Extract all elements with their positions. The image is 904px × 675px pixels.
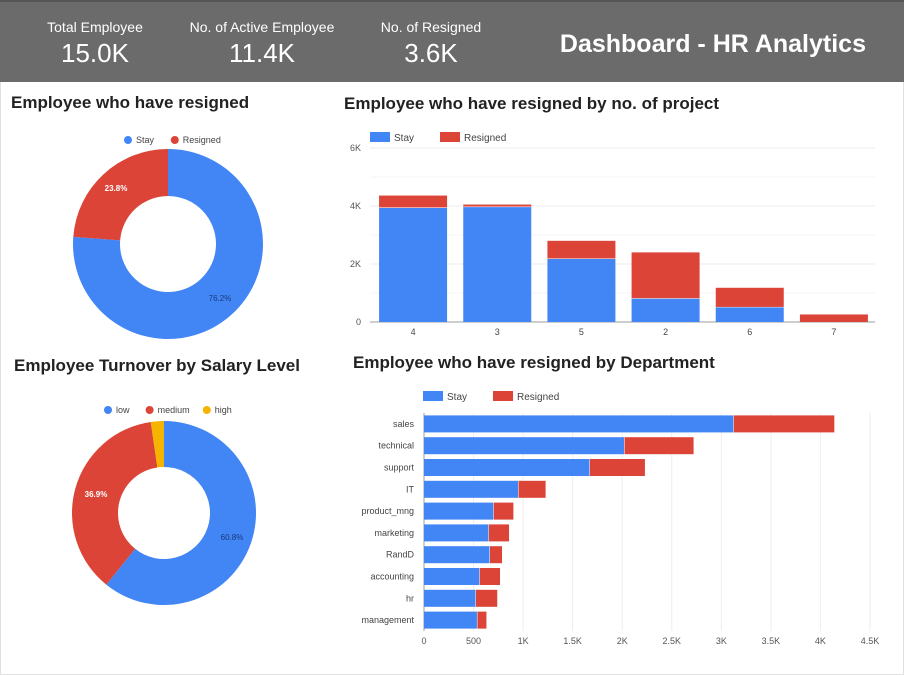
x-tick-label: 7 xyxy=(831,327,836,337)
y-tick-label: sales xyxy=(393,419,415,429)
x-tick-label: 4K xyxy=(815,636,826,646)
y-tick-label: hr xyxy=(406,593,414,603)
bar-segment-stay xyxy=(715,306,784,322)
bar-segment-resigned xyxy=(799,314,868,322)
legend-label: Stay xyxy=(136,135,155,145)
bar-segment-resigned xyxy=(547,240,616,259)
legend-label: Stay xyxy=(394,133,414,144)
bar-segment-resigned xyxy=(518,480,546,498)
legend-label: Stay xyxy=(447,392,467,403)
legend-swatch xyxy=(170,136,179,144)
x-tick-label: 3K xyxy=(716,636,727,646)
bar-segment-stay xyxy=(424,480,519,498)
x-tick-label: 2K xyxy=(617,636,628,646)
bar-segment-resigned xyxy=(379,195,448,208)
legend-label: medium xyxy=(158,405,190,415)
bar-segment-resigned xyxy=(715,287,784,307)
pie-slice-label: 23.8% xyxy=(105,184,128,193)
bar-segment-stay xyxy=(379,207,448,322)
legend-label: Resigned xyxy=(183,135,221,145)
bar-segment-stay xyxy=(631,298,700,322)
bar-segment-resigned xyxy=(733,415,835,433)
pie-slice xyxy=(73,149,168,241)
y-tick-label: 4K xyxy=(350,201,361,211)
y-tick-label: 0 xyxy=(356,317,361,327)
bar-segment-resigned xyxy=(477,611,487,629)
bar-segment-stay xyxy=(424,568,480,585)
legend-swatch xyxy=(202,406,211,414)
y-tick-label: IT xyxy=(406,484,415,494)
legend-label: Resigned xyxy=(517,392,559,403)
bar-segment-stay xyxy=(424,502,494,520)
x-tick-label: 2 xyxy=(663,327,668,337)
y-tick-label: technical xyxy=(378,441,414,451)
x-tick-label: 0 xyxy=(421,636,426,646)
y-tick-label: management xyxy=(361,615,414,625)
x-tick-label: 5 xyxy=(579,327,584,337)
y-tick-label: support xyxy=(384,463,415,473)
bar-segment-stay xyxy=(424,611,478,629)
bar-segment-resigned xyxy=(490,546,503,564)
bar-segment-stay xyxy=(547,258,616,322)
y-tick-label: product_mng xyxy=(361,506,414,516)
legend-swatch xyxy=(145,406,154,414)
y-tick-label: 2K xyxy=(350,259,361,269)
bar-segment-resigned xyxy=(475,589,498,607)
bar-segment-resigned xyxy=(493,502,514,520)
x-tick-label: 2.5K xyxy=(663,636,682,646)
pie-slice-label: 76.2% xyxy=(209,294,232,303)
legend-swatch xyxy=(124,136,132,144)
x-tick-label: 500 xyxy=(466,636,481,646)
bar-segment-resigned xyxy=(589,459,645,476)
x-tick-label: 4.5K xyxy=(861,636,880,646)
bar-segment-resigned xyxy=(488,524,510,542)
bar-segment-stay xyxy=(424,415,734,433)
pie-slice-label: 36.9% xyxy=(85,490,108,499)
y-tick-label: RandD xyxy=(386,550,415,560)
legend-swatch xyxy=(104,406,112,414)
bar-segment-stay xyxy=(424,524,489,542)
y-tick-label: 6K xyxy=(350,143,361,153)
bar-segment-resigned xyxy=(463,204,532,207)
y-tick-label: accounting xyxy=(370,572,414,582)
legend-label: high xyxy=(215,405,232,415)
charts-canvas: Stay Resigned 76.2% 23.8% Stay Resigned 0 2K 4K 6… xyxy=(71,132,880,646)
legend-label: Resigned xyxy=(464,133,506,144)
pie-slice-label: 60.8% xyxy=(221,533,244,542)
bar-segment-stay xyxy=(463,206,532,322)
x-tick-label: 4 xyxy=(411,327,416,337)
legend-swatch xyxy=(440,132,460,142)
legend-label: low xyxy=(116,405,130,415)
x-tick-label: 1K xyxy=(518,636,529,646)
x-tick-label: 6 xyxy=(747,327,752,337)
y-tick-label: marketing xyxy=(374,528,414,538)
bar-segment-resigned xyxy=(631,252,700,299)
legend-swatch xyxy=(370,132,390,142)
legend-swatch xyxy=(423,391,443,401)
bar-segment-stay xyxy=(424,589,476,607)
x-tick-label: 3.5K xyxy=(762,636,781,646)
bar-segment-stay xyxy=(424,437,625,455)
bar-segment-resigned xyxy=(479,568,501,585)
bar-segment-stay xyxy=(424,459,590,476)
x-tick-label: 3 xyxy=(495,327,500,337)
legend-swatch xyxy=(493,391,513,401)
bar-segment-resigned xyxy=(624,437,694,455)
bar-segment-stay xyxy=(424,546,491,564)
x-tick-label: 1.5K xyxy=(563,636,582,646)
